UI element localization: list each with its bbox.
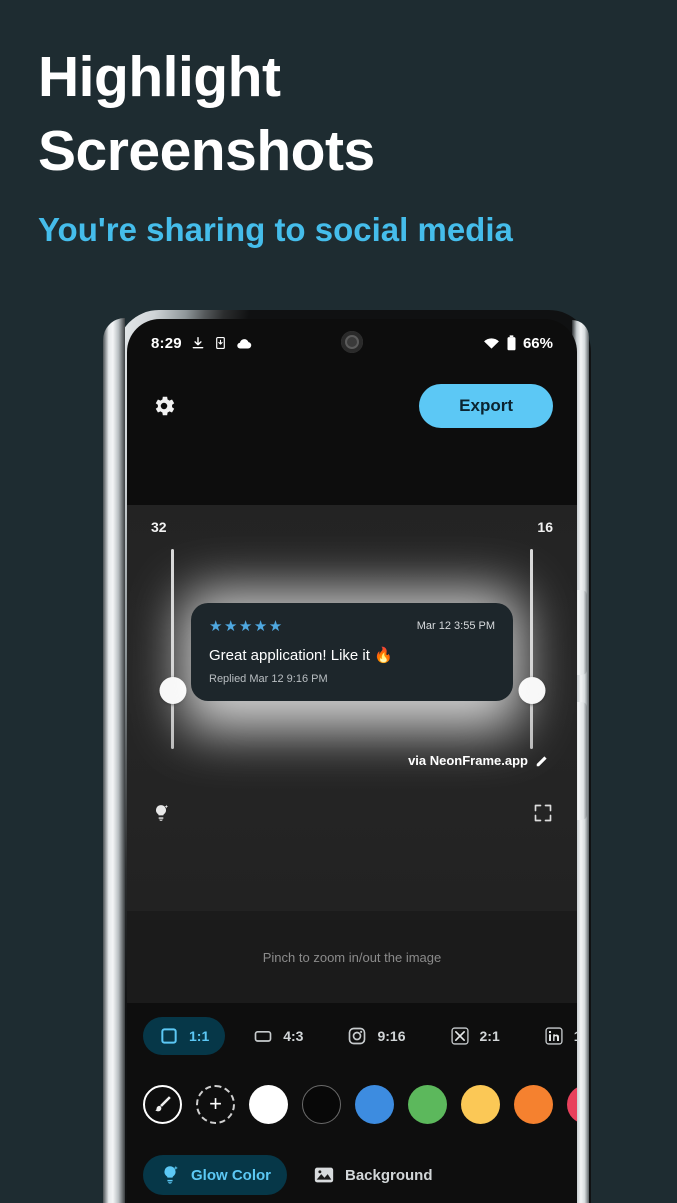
review-text: Great application! Like it 🔥 — [209, 647, 393, 664]
export-button[interactable]: Export — [419, 384, 553, 428]
ratio-label-instagram: 9:16 — [377, 1028, 406, 1044]
ratio-tab-square[interactable]: 1:1 — [143, 1017, 226, 1055]
download-icon — [192, 337, 204, 349]
phone-mockup: 8:29 66% Export 32 16 ★★★★★ Mar 12 3:55 … — [103, 310, 591, 1203]
color-swatch-row[interactable]: + — [127, 1069, 577, 1139]
sub-headline: You're sharing to social media — [38, 211, 513, 248]
x-twitter-icon — [450, 1027, 469, 1045]
square-icon — [161, 1028, 177, 1044]
swatch-black[interactable] — [302, 1084, 341, 1124]
glow-bulb-icon[interactable] — [151, 803, 171, 823]
right-slider-thumb[interactable] — [518, 677, 545, 704]
status-time: 8:29 — [151, 334, 182, 352]
ratio-label-square: 1:1 — [189, 1028, 210, 1044]
ratio-label-x: 2:1 — [479, 1028, 500, 1044]
rating-stars: ★★★★★ — [209, 618, 284, 635]
pencil-icon[interactable] — [535, 754, 549, 768]
add-color-button[interactable]: + — [196, 1084, 235, 1124]
wifi-icon — [484, 337, 499, 349]
phone-screen: 8:29 66% Export 32 16 ★★★★★ Mar 12 3:55 … — [127, 319, 577, 1203]
ratio-tab-instagram[interactable]: 9:16 — [331, 1017, 421, 1055]
background-label: Background — [345, 1166, 433, 1184]
headline-line-1: Highlight — [38, 45, 281, 109]
status-bar-left: 8:29 — [151, 335, 253, 352]
watermark[interactable]: via NeonFrame.app — [408, 753, 549, 768]
aspect-ratio-tabs[interactable]: 1:1 4:3 9:16 2:1 — [127, 1003, 577, 1069]
battery-percent: 66% — [522, 334, 553, 352]
crop-corner-icon[interactable] — [533, 803, 553, 823]
right-slider-value: 16 — [537, 519, 553, 535]
swatch-blue[interactable] — [355, 1084, 394, 1124]
save-to-device-icon — [215, 336, 225, 350]
review-card-header: ★★★★★ Mar 12 3:55 PM — [209, 617, 495, 635]
zoom-hint: Pinch to zoom in/out the image — [127, 911, 577, 1003]
app-top-bar: Export — [127, 367, 577, 445]
left-slider-track[interactable] — [159, 549, 186, 749]
watermark-label: via NeonFrame.app — [408, 753, 528, 768]
brush-picker-button[interactable] — [143, 1084, 182, 1124]
glow-color-label: Glow Color — [191, 1166, 271, 1184]
phone-bezel-left — [103, 318, 125, 1203]
background-button[interactable]: Background — [297, 1155, 449, 1195]
ratio-tab-43[interactable]: 4:3 — [237, 1017, 319, 1055]
status-bar-right: 66% — [483, 335, 553, 352]
headline-line-2: Screenshots — [38, 119, 375, 183]
review-date: Mar 12 3:55 PM — [416, 620, 495, 632]
cloud-icon — [237, 338, 252, 348]
linkedin-icon — [545, 1027, 563, 1045]
instagram-icon — [349, 1027, 366, 1045]
ratio-label-43: 4:3 — [283, 1028, 304, 1044]
promo-header: Highlight Screenshots You're sharing to … — [38, 40, 638, 250]
glow-color-button[interactable]: Glow Color — [143, 1155, 287, 1195]
gear-icon[interactable] — [151, 393, 177, 419]
brush-icon — [154, 1096, 171, 1112]
battery-icon — [507, 335, 516, 351]
ratio-label-linkedin: 1:1 — [574, 1028, 577, 1044]
swatch-orange[interactable] — [514, 1084, 553, 1124]
editor-canvas[interactable]: 32 16 ★★★★★ Mar 12 3:55 PM Great applica… — [127, 505, 577, 911]
ratio-tab-x[interactable]: 2:1 — [434, 1017, 516, 1055]
glow-bulb-icon — [164, 1165, 178, 1184]
rect-icon — [254, 1031, 272, 1042]
bottom-tool-row[interactable]: Glow Color Background — [127, 1139, 577, 1203]
review-reply: Replied Mar 12 9:16 PM — [209, 673, 328, 685]
swatch-green[interactable] — [408, 1084, 447, 1124]
swatch-white[interactable] — [249, 1084, 288, 1124]
image-icon — [314, 1167, 334, 1183]
status-bar: 8:29 66% — [127, 319, 577, 367]
swatch-yellow[interactable] — [461, 1084, 500, 1124]
app-bar-spacer — [127, 445, 577, 505]
left-slider-value: 32 — [151, 519, 167, 535]
ratio-tab-linkedin[interactable]: 1:1 — [528, 1017, 577, 1055]
right-slider-track[interactable] — [518, 549, 545, 749]
swatch-red[interactable] — [567, 1084, 577, 1124]
review-card[interactable]: ★★★★★ Mar 12 3:55 PM Great application! … — [191, 603, 513, 701]
camera-punch-hole — [341, 331, 363, 353]
